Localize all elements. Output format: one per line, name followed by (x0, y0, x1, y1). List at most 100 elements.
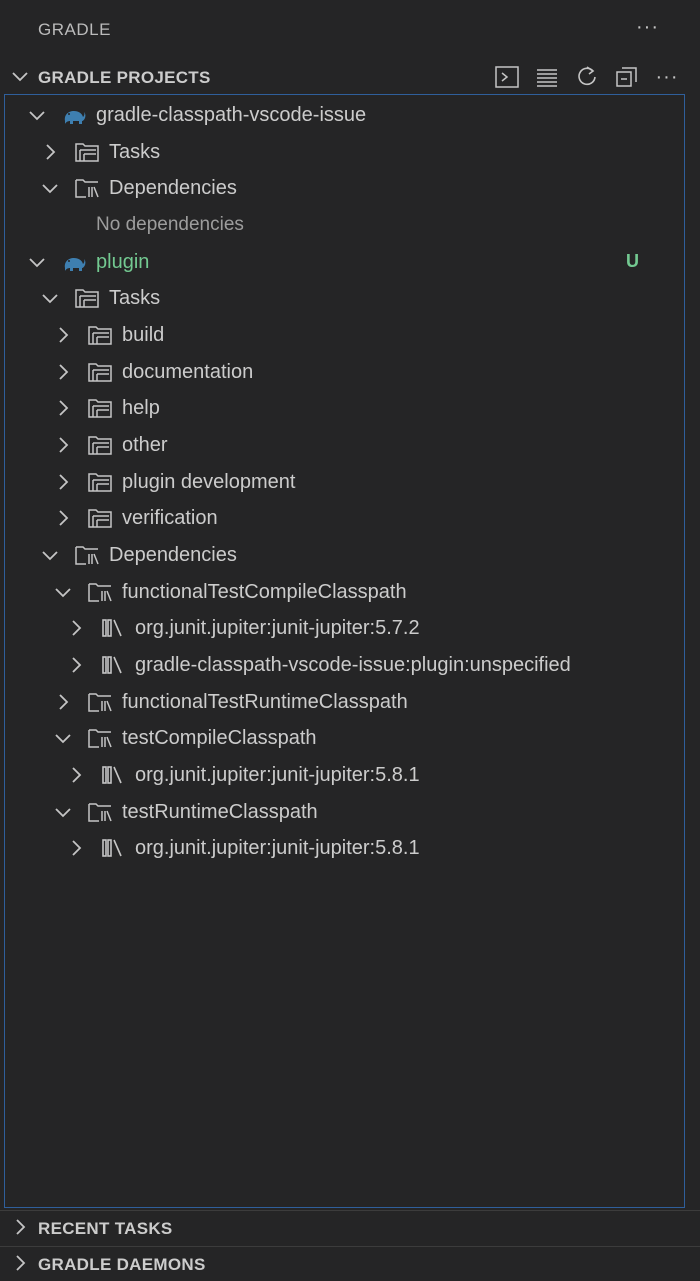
tree-item-tasks[interactable]: Tasks (5, 134, 685, 170)
dependencies-label: Dependencies (109, 544, 237, 566)
section-header-gradle-daemons[interactable]: GRADLE DAEMONS (0, 1247, 700, 1281)
dependencies-label: Dependencies (109, 177, 237, 199)
folder-tasks-icon (74, 139, 100, 165)
section-label: RECENT TASKS (38, 1219, 173, 1238)
section-label: GRADLE DAEMONS (38, 1255, 206, 1274)
chevron-down-icon[interactable] (51, 580, 75, 604)
task-group-label: plugin development (122, 471, 296, 493)
folder-dependencies-icon (87, 799, 113, 825)
task-group-label: documentation (122, 361, 254, 383)
chevron-down-icon[interactable] (25, 250, 49, 274)
tree-item-dependencies[interactable]: Dependencies (5, 170, 685, 206)
projects-tree: gradle-classpath-vscode-issue Tasks Depe… (4, 94, 685, 1208)
folder-tasks-icon (87, 432, 113, 458)
chevron-down-icon[interactable] (8, 64, 32, 88)
task-group-label: build (122, 324, 165, 346)
chevron-right-icon[interactable] (64, 836, 88, 860)
tree-item-project[interactable]: plugin U (5, 244, 685, 280)
chevron-down-icon[interactable] (38, 543, 62, 567)
folder-dependencies-icon (74, 175, 100, 201)
chevron-down-icon[interactable] (38, 286, 62, 310)
folder-tasks-icon (87, 395, 113, 421)
dependency-label: org.junit.jupiter:junit-jupiter:5.8.1 (135, 764, 420, 786)
task-group-label: verification (122, 507, 218, 529)
configuration-label: functionalTestCompileClasspath (122, 581, 407, 603)
tree-item-empty-message: No dependencies (5, 207, 685, 243)
chevron-right-icon[interactable] (51, 323, 75, 347)
tree-item-configuration[interactable]: testRuntimeClasspath (5, 794, 685, 830)
tree-item-task-group[interactable]: build (5, 317, 685, 353)
folder-tasks-icon (87, 322, 113, 348)
tree-item-task-group[interactable]: other (5, 427, 685, 463)
tree-item-dependency[interactable]: org.junit.jupiter:junit-jupiter:5.8.1 (5, 830, 685, 866)
tree-item-project[interactable]: gradle-classpath-vscode-issue (5, 97, 685, 133)
tree-item-configuration[interactable]: functionalTestRuntimeClasspath (5, 684, 685, 720)
tree-item-task-group[interactable]: help (5, 390, 685, 426)
panel-title: GRADLE (38, 20, 111, 39)
tasks-label: Tasks (109, 287, 161, 309)
chevron-right-icon[interactable] (51, 360, 75, 384)
chevron-right-icon[interactable] (51, 506, 75, 530)
git-untracked-badge: U (626, 251, 639, 271)
chevron-down-icon[interactable] (25, 103, 49, 127)
dependency-label: org.junit.jupiter:junit-jupiter:5.7.2 (135, 617, 420, 639)
library-icon (100, 762, 126, 788)
folder-dependencies-icon (87, 579, 113, 605)
folder-tasks-icon (87, 505, 113, 531)
tree-item-task-group[interactable]: verification (5, 500, 685, 536)
chevron-right-icon[interactable] (51, 433, 75, 457)
configuration-label: testRuntimeClasspath (122, 801, 318, 823)
chevron-right-icon[interactable] (64, 653, 88, 677)
project-label: plugin (96, 251, 150, 273)
tree-item-configuration[interactable]: testCompileClasspath (5, 720, 685, 756)
tree-item-task-group[interactable]: plugin development (5, 464, 685, 500)
refresh-icon[interactable] (572, 62, 602, 92)
chevron-right-icon[interactable] (64, 616, 88, 640)
library-icon (100, 835, 126, 861)
chevron-right-icon[interactable] (38, 140, 62, 164)
tree-item-dependency[interactable]: org.junit.jupiter:junit-jupiter:5.8.1 (5, 757, 685, 793)
folder-tasks-icon (74, 285, 100, 311)
library-icon (100, 652, 126, 678)
empty-message: No dependencies (96, 214, 244, 235)
tree-item-dependency[interactable]: org.junit.jupiter:junit-jupiter:5.7.2 (5, 610, 685, 646)
configuration-label: functionalTestRuntimeClasspath (122, 691, 408, 713)
list-icon[interactable] (532, 62, 562, 92)
tree-item-dependency[interactable]: gradle-classpath-vscode-issue:plugin:uns… (5, 647, 685, 683)
panel-titlebar: GRADLE ··· (0, 0, 700, 58)
folder-tasks-icon (87, 359, 113, 385)
chevron-right-icon[interactable] (51, 470, 75, 494)
chevron-down-icon[interactable] (51, 800, 75, 824)
task-group-label: help (122, 397, 160, 419)
project-label: gradle-classpath-vscode-issue (96, 104, 367, 126)
tree-item-dependencies[interactable]: Dependencies (5, 537, 685, 573)
more-icon[interactable]: ··· (636, 16, 659, 39)
task-group-label: other (122, 434, 168, 456)
chevron-down-icon[interactable] (51, 726, 75, 750)
collapse-all-icon[interactable] (612, 62, 642, 92)
chevron-right-icon[interactable] (51, 690, 75, 714)
chevron-right-icon[interactable] (8, 1251, 32, 1275)
configuration-label: testCompileClasspath (122, 727, 317, 749)
chevron-right-icon[interactable] (8, 1215, 32, 1239)
tree-item-task-group[interactable]: documentation (5, 354, 685, 390)
folder-dependencies-icon (74, 542, 100, 568)
section-header-gradle-projects[interactable]: GRADLE PROJECTS ··· (0, 60, 700, 94)
gradle-elephant-icon (61, 102, 87, 128)
section-label: GRADLE PROJECTS (38, 68, 211, 87)
folder-dependencies-icon (87, 725, 113, 751)
dependency-label: gradle-classpath-vscode-issue:plugin:uns… (135, 654, 571, 676)
folder-tasks-icon (87, 469, 113, 495)
section-header-recent-tasks[interactable]: RECENT TASKS (0, 1211, 700, 1245)
folder-dependencies-icon (87, 689, 113, 715)
chevron-right-icon[interactable] (51, 396, 75, 420)
gradle-elephant-icon (61, 249, 87, 275)
library-icon (100, 615, 126, 641)
chevron-right-icon[interactable] (64, 763, 88, 787)
section-actions: ··· (492, 60, 682, 94)
tree-item-tasks[interactable]: Tasks (5, 280, 685, 316)
chevron-down-icon[interactable] (38, 176, 62, 200)
terminal-icon[interactable] (492, 62, 522, 92)
more-icon[interactable]: ··· (652, 62, 682, 92)
tree-item-configuration[interactable]: functionalTestCompileClasspath (5, 574, 685, 610)
